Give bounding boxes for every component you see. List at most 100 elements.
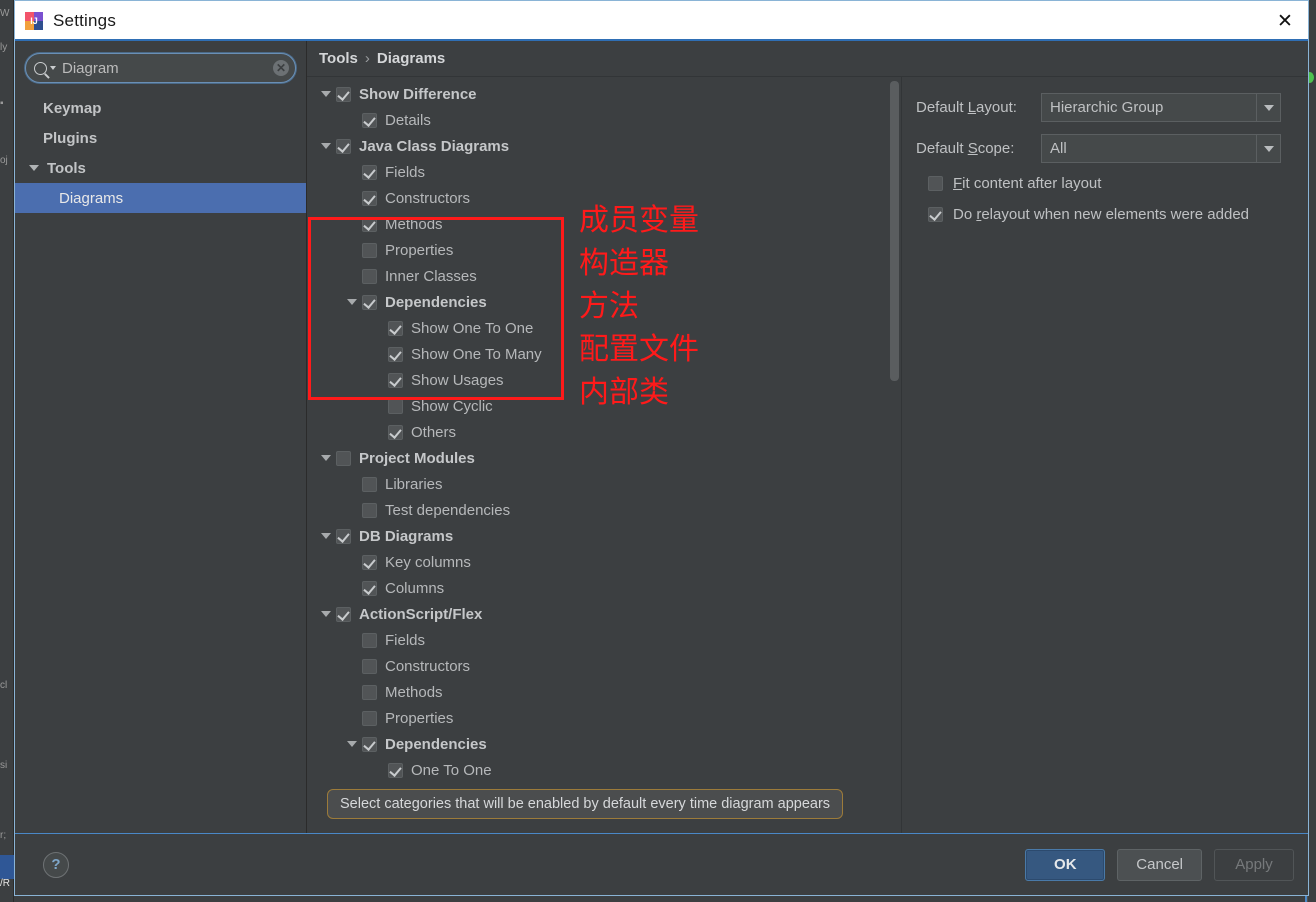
chevron-down-icon[interactable] [321,455,331,461]
checkbox-icon[interactable] [362,632,377,648]
breadcrumb-root[interactable]: Tools [319,50,358,67]
tree-row[interactable]: Inner Classes [307,263,883,289]
clear-search-icon[interactable]: ✕ [273,60,289,76]
intellij-idea-icon: IJ [25,12,43,30]
checkbox-icon[interactable] [362,242,377,258]
default-layout-select[interactable]: Hierarchic Group [1041,93,1281,122]
checkbox-checked-icon[interactable] [388,372,403,388]
tree-row[interactable]: Fields [307,627,883,653]
tree-row[interactable]: Test dependencies [307,497,883,523]
default-scope-select[interactable]: All [1041,134,1281,163]
sidebar-item-diagrams[interactable]: Diagrams [15,183,306,213]
tooltip: Select categories that will be enabled b… [327,789,844,819]
tree-scrollbar-thumb[interactable] [890,81,899,381]
tree-row[interactable]: Constructors [307,185,883,211]
checkbox-checked-icon[interactable] [388,320,403,336]
checkbox-checked-icon[interactable] [928,207,943,222]
chevron-down-icon[interactable] [347,299,357,305]
tree-row[interactable]: Show One To One [307,315,883,341]
checkbox-icon[interactable] [362,502,377,518]
tree-row[interactable]: Fields [307,159,883,185]
checkbox-checked-icon[interactable] [336,138,351,154]
tree-row[interactable]: Dependencies [307,731,883,757]
checkbox-checked-icon[interactable] [362,216,377,232]
fit-content-checkbox[interactable]: Fit content after layout [916,175,1294,192]
checkbox-checked-icon[interactable] [362,736,377,752]
chevron-down-icon[interactable] [1256,135,1280,162]
checkbox-checked-icon[interactable] [388,424,403,440]
checkbox-checked-icon[interactable] [336,86,351,102]
sidebar-item-label: Plugins [43,129,98,147]
tree-row[interactable]: Show Difference [307,81,883,107]
sidebar-item-label: Diagrams [59,189,124,207]
checkbox-checked-icon[interactable] [362,580,377,596]
settings-panes: Show Difference Details Java Class Diagram… [307,77,1308,833]
tree-row[interactable]: Constructors [307,653,883,679]
chevron-down-icon[interactable] [321,533,331,539]
tree-row[interactable]: Project Modules [307,445,883,471]
tree-row[interactable]: Properties [307,237,883,263]
chevron-down-icon[interactable] [1256,94,1280,121]
tree-row[interactable]: Dependencies [307,289,883,315]
tree-row[interactable]: Show Cyclic [307,393,883,419]
chevron-down-icon[interactable] [29,165,39,171]
checkbox-checked-icon[interactable] [362,554,377,570]
checkbox-icon[interactable] [388,398,403,414]
tree-row-label: Properties [385,241,454,259]
tree-row[interactable]: DB Diagrams [307,523,883,549]
ide-ghost-text: oj [0,155,8,166]
help-icon[interactable]: ? [43,851,69,878]
chevron-down-icon[interactable] [50,66,56,70]
ide-ghost-text: /R [0,878,10,889]
checkbox-checked-icon[interactable] [362,294,377,310]
checkbox-checked-icon[interactable] [388,762,403,778]
tree-row[interactable]: Java Class Diagrams [307,133,883,159]
checkbox-checked-icon[interactable] [388,346,403,362]
sidebar-item-tools[interactable]: Tools [15,153,306,183]
tree-row[interactable]: Methods [307,211,883,237]
tree-row-label: Show Difference [359,85,477,103]
checkbox-checked-icon[interactable] [362,112,377,128]
tree-row[interactable]: Columns [307,575,883,601]
tree-row[interactable]: ActionScript/Flex [307,601,883,627]
chevron-down-icon[interactable] [321,91,331,97]
tree-row[interactable]: Others [307,419,883,445]
tree-row-label: ActionScript/Flex [359,605,483,623]
tree-row[interactable]: Libraries [307,471,883,497]
tree-row[interactable]: Methods [307,679,883,705]
tree-row[interactable]: Show One To Many [307,341,883,367]
checkbox-icon[interactable] [362,476,377,492]
tree-row[interactable]: Key columns [307,549,883,575]
checkbox-checked-icon[interactable] [362,190,377,206]
search-input-value: Diagram [62,59,119,77]
checkbox-icon[interactable] [928,176,943,191]
checkbox-icon[interactable] [362,684,377,700]
tree-row[interactable]: Show Usages [307,367,883,393]
search-input[interactable]: Diagram ✕ [25,53,296,83]
checkbox-icon[interactable] [362,658,377,674]
checkbox-checked-icon[interactable] [336,528,351,544]
checkbox-icon[interactable] [336,450,351,466]
categories-tree-pane: Show Difference Details Java Class Diagram… [307,77,902,833]
cancel-button[interactable]: Cancel [1117,848,1202,881]
ok-button[interactable]: OK [1025,848,1106,881]
tree-row-label: DB Diagrams [359,527,454,545]
chevron-down-icon[interactable] [321,611,331,617]
tree-scrollbar[interactable] [888,77,901,833]
chevron-down-icon[interactable] [321,143,331,149]
checkbox-checked-icon[interactable] [362,164,377,180]
chevron-down-icon[interactable] [347,741,357,747]
tree-row-label: Libraries [385,475,443,493]
do-relayout-checkbox[interactable]: Do relayout when new elements were added [916,206,1294,223]
close-icon[interactable]: ✕ [1262,1,1308,41]
tree-row-label: Fields [385,631,426,649]
breadcrumb-current: Diagrams [376,50,446,67]
sidebar-item-keymap[interactable]: Keymap [15,93,306,123]
tree-row[interactable]: Properties [307,705,883,731]
tree-row[interactable]: One To One [307,757,883,783]
checkbox-icon[interactable] [362,268,377,284]
checkbox-checked-icon[interactable] [336,606,351,622]
sidebar-item-plugins[interactable]: Plugins [15,123,306,153]
tree-row[interactable]: Details [307,107,883,133]
checkbox-icon[interactable] [362,710,377,726]
